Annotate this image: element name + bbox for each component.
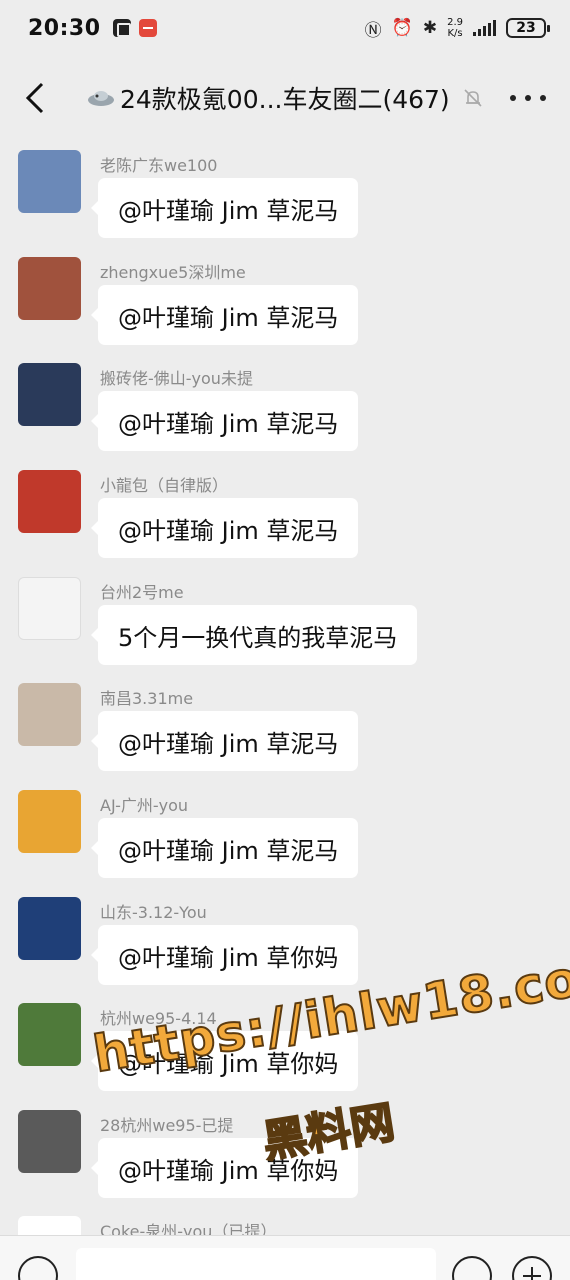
chat-title-area[interactable]: 24款极氪00...车友圈二(467)	[86, 80, 484, 116]
emoji-icon[interactable]	[452, 1256, 492, 1280]
avatar[interactable]	[18, 1003, 81, 1066]
more-icon-dot	[525, 95, 531, 101]
net-speed-unit: K/s	[447, 28, 463, 39]
more-icon-dot	[540, 95, 546, 101]
sender-name: 28杭州we95-已提	[100, 1116, 234, 1135]
message-bubble[interactable]: @叶瑾瑜 Jim 草泥马	[90, 711, 359, 771]
status-notification-icons	[112, 19, 157, 37]
message-bubble[interactable]: @叶瑾瑜 Jim 草泥马	[90, 818, 359, 878]
sender-name: Coke-泉州-you（已提）	[100, 1222, 277, 1235]
message-bubble[interactable]: @叶瑾瑜 Jim 草泥马	[90, 391, 359, 451]
status-time: 20:30	[28, 15, 101, 41]
message-bubble[interactable]: @叶瑾瑜 Jim 草你妈	[90, 925, 359, 985]
mute-icon	[464, 89, 482, 107]
avatar[interactable]	[18, 577, 81, 640]
sender-name: 老陈广东we100	[100, 156, 218, 175]
message-bubble[interactable]: @叶瑾瑜 Jim 草泥马	[90, 498, 359, 558]
more-button[interactable]	[510, 80, 546, 116]
message-list[interactable]: 老陈广东we100 @叶瑾瑜 Jim 草泥马 zhengxue5深圳me @叶瑾…	[0, 140, 570, 1235]
input-bar	[0, 1235, 570, 1280]
net-speed: 2.9 K/s	[447, 17, 463, 39]
message-bubble[interactable]: 5个月一换代真的我草泥马	[90, 605, 418, 665]
notification-red-icon	[138, 19, 157, 37]
net-speed-value: 2.9	[447, 17, 463, 28]
alarm-icon: ⏰	[391, 18, 413, 38]
avatar[interactable]	[18, 1216, 81, 1235]
avatar[interactable]	[18, 1110, 81, 1173]
sender-name: AJ-广州-you	[100, 796, 189, 815]
avatar[interactable]	[18, 790, 81, 853]
back-icon	[25, 82, 44, 114]
avatar[interactable]	[18, 470, 81, 533]
battery-icon: 23	[506, 18, 550, 38]
status-right: Ⓝ ⏰ ✱ 2.9 K/s 23	[364, 16, 550, 41]
sender-name: 台州2号me	[100, 583, 184, 602]
group-icon	[88, 91, 114, 106]
chat-title: 24款极氪00...车友圈二(467)	[120, 85, 450, 114]
sender-name: zhengxue5深圳me	[100, 263, 246, 282]
signal-icon	[473, 20, 496, 36]
sender-name: 南昌3.31me	[100, 689, 194, 708]
plus-icon[interactable]	[512, 1256, 552, 1280]
more-icon-dot	[510, 95, 516, 101]
bluetooth-icon: ✱	[422, 18, 438, 38]
message-input[interactable]	[76, 1248, 436, 1280]
sender-name: 杭州we95-4.14	[100, 1009, 217, 1028]
avatar[interactable]	[18, 683, 81, 746]
battery-level: 23	[516, 20, 536, 36]
sender-name: 搬砖佬-佛山-you未提	[100, 369, 253, 388]
status-bar: 20:30 Ⓝ ⏰ ✱ 2.9 K/s 23	[0, 0, 570, 56]
chat-header: 24款极氪00...车友圈二(467)	[0, 62, 570, 134]
notification-app-icon	[112, 19, 131, 37]
voice-icon[interactable]	[18, 1256, 58, 1280]
message-bubble[interactable]: @叶瑾瑜 Jim 草泥马	[90, 285, 359, 345]
message-bubble[interactable]: @叶瑾瑜 Jim 草泥马	[90, 178, 359, 238]
avatar[interactable]	[18, 150, 81, 213]
avatar[interactable]	[18, 257, 81, 320]
nfc-icon: Ⓝ	[364, 20, 382, 41]
avatar[interactable]	[18, 363, 81, 426]
message-bubble[interactable]: @叶瑾瑜 Jim 草你妈	[90, 1138, 359, 1198]
back-button[interactable]	[0, 62, 70, 134]
avatar[interactable]	[18, 897, 81, 960]
sender-name: 小龍包（自律版）	[100, 476, 229, 495]
sender-name: 山东-3.12-You	[100, 903, 207, 922]
message-bubble[interactable]: @叶瑾瑜 Jim 草你妈	[90, 1031, 359, 1091]
